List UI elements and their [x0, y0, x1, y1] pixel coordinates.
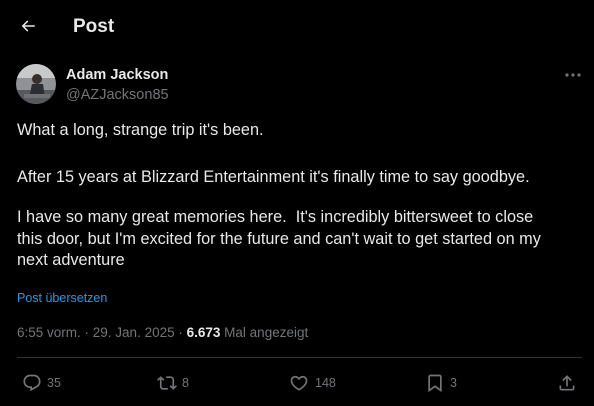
top-bar: Post	[0, 0, 594, 54]
divider	[17, 357, 582, 358]
bookmark-count: 3	[450, 376, 457, 390]
like-button[interactable]: 148	[289, 372, 336, 394]
meta-separator: ·	[80, 325, 93, 340]
author-name[interactable]: Adam Jackson	[66, 66, 168, 84]
author-handle[interactable]: @AZJackson85	[66, 86, 169, 104]
reply-count: 35	[47, 376, 61, 390]
post-date[interactable]: 29. Jan. 2025	[93, 325, 175, 340]
repost-arrows-icon	[157, 376, 177, 390]
more-dots-icon	[565, 73, 581, 77]
avatar[interactable]	[16, 64, 56, 104]
avatar-photo-icon	[16, 64, 56, 104]
arrow-left-icon	[21, 20, 35, 32]
translate-post-link[interactable]: Post übersetzen	[17, 290, 107, 306]
post-text: What a long, strange trip it's been. Aft…	[17, 120, 582, 272]
like-count: 148	[315, 376, 336, 390]
reply-button[interactable]: 35	[22, 372, 61, 394]
views-count: 6.673	[186, 325, 221, 340]
repost-count: 8	[182, 376, 189, 390]
heart-icon	[290, 375, 308, 391]
post-metadata: 6:55 vorm. · 29. Jan. 2025 · 6.673 Mal a…	[17, 324, 308, 342]
back-button[interactable]	[14, 12, 42, 40]
post-paragraph: What a long, strange trip it's been.	[17, 121, 264, 139]
meta-separator: ·	[174, 325, 187, 340]
speech-bubble-icon	[23, 374, 41, 392]
views-label: Mal angezeigt	[224, 325, 309, 340]
repost-button[interactable]: 8	[157, 372, 189, 394]
bookmark-button[interactable]: 3	[425, 372, 457, 394]
share-button[interactable]	[557, 372, 577, 394]
post-paragraph: After 15 years at Blizzard Entertainment…	[17, 167, 530, 186]
share-upload-icon	[559, 375, 575, 391]
post-paragraph: I have so many great memories here. It's…	[17, 208, 541, 269]
post-time[interactable]: 6:55 vorm.	[17, 325, 81, 340]
more-options-button[interactable]	[562, 66, 584, 84]
bookmark-icon	[428, 374, 442, 393]
page-title: Post	[73, 16, 115, 37]
